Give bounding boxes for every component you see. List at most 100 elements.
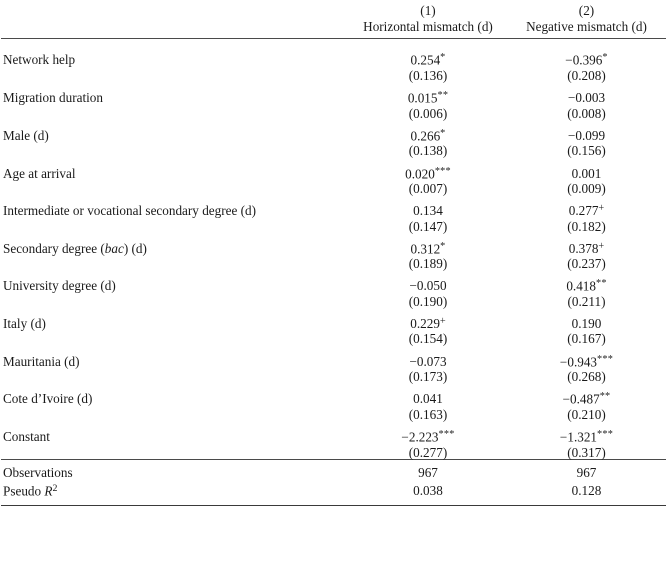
significance-marker: +: [439, 316, 446, 328]
coefficient-cell: −0.050: [409, 278, 447, 294]
table-row: Migration duration 0.015** −0.003: [1, 82, 666, 105]
coefficient-cell: 0.020***: [405, 165, 451, 181]
statistic-value-cell: 0.128: [571, 482, 602, 498]
table-row: Mauritania (d) −0.073 −0.943***: [1, 346, 666, 369]
table-row-standard-error: (0.136) (0.208): [1, 67, 666, 82]
row-label-spacer: [1, 67, 349, 82]
standard-error-cell: (0.163): [408, 406, 448, 422]
row-label: Constant: [3, 429, 50, 445]
table-row-standard-error: (0.163) (0.210): [1, 406, 666, 421]
standard-error-cell: (0.210): [567, 406, 606, 422]
header-model-number-1: (1): [420, 3, 436, 18]
standard-error-cell: (0.173): [408, 369, 448, 385]
coefficient-cell: 0.041: [413, 391, 443, 407]
significance-marker: ***: [438, 429, 455, 441]
row-label-spacer: [1, 180, 349, 195]
coefficient-cell: 0.254*: [410, 52, 446, 68]
row-label-spacer: [1, 406, 349, 421]
coefficient-cell: 0.015**: [407, 90, 449, 106]
row-label: Intermediate or vocational secondary deg…: [3, 203, 257, 219]
row-label: University degree (d): [3, 278, 116, 294]
row-label: Network help: [3, 52, 76, 68]
significance-marker: ***: [597, 429, 614, 441]
standard-error-cell: (0.237): [567, 256, 606, 272]
coefficient-cell: 0.001: [571, 165, 602, 181]
significance-marker: **: [599, 391, 611, 403]
row-label: Cote d’Ivoire (d): [3, 391, 93, 407]
table-row: Male (d) 0.266* −0.099: [1, 120, 666, 143]
table-row: Cote d’Ivoire (d) 0.041 −0.487**: [1, 383, 666, 406]
row-label-spacer: [1, 142, 349, 157]
regression-table: (1) (2) Horizontal mismatch (d) Negative…: [1, 0, 666, 507]
significance-marker: **: [595, 278, 607, 290]
significance-marker: *: [440, 52, 446, 64]
standard-error-cell: (0.190): [408, 293, 448, 309]
standard-error-cell: (0.277): [408, 444, 448, 460]
row-label-italic: bac: [104, 240, 124, 256]
statistic-label: Observations: [3, 464, 73, 480]
header-corner-cell-2: [1, 19, 349, 38]
statistic-value-cell: 967: [576, 464, 597, 480]
significance-marker: +: [598, 240, 605, 252]
table-row-standard-error: (0.277) (0.317): [1, 444, 666, 459]
row-label-spacer: [1, 444, 349, 459]
coefficient-cell: −0.099: [567, 127, 606, 143]
standard-error-cell: (0.182): [567, 218, 606, 234]
row-label-spacer: [1, 218, 349, 233]
table-body: (1) (2) Horizontal mismatch (d) Negative…: [1, 0, 666, 45]
significance-marker: **: [437, 90, 449, 102]
row-label: Secondary degree (bac) (d): [3, 240, 147, 256]
standard-error-cell: (0.009): [567, 181, 606, 197]
significance-marker: ***: [434, 165, 451, 177]
table-row: University degree (d) −0.050 0.418**: [1, 270, 666, 293]
table-row-standard-error: (0.189) (0.237): [1, 255, 666, 270]
standard-error-cell: (0.268): [567, 369, 606, 385]
significance-marker: *: [440, 240, 446, 252]
row-label: Italy (d): [3, 316, 46, 332]
coefficient-cell: −0.396*: [565, 52, 608, 68]
header-row-model-numbers: (1) (2): [1, 0, 666, 19]
coefficient-cell: −0.003: [567, 90, 606, 106]
row-label: Male (d): [3, 127, 49, 143]
standard-error-cell: (0.136): [408, 67, 448, 83]
coefficient-cell: 0.266*: [410, 127, 446, 144]
header-model-name-2: Negative mismatch (d): [526, 19, 647, 35]
coefficient-cell: −1.321***: [559, 429, 614, 445]
table-row-standard-error: (0.190) (0.211): [1, 293, 666, 308]
statistic-label-exponent: 2: [52, 482, 58, 494]
table-row-standard-error: (0.147) (0.182): [1, 218, 666, 233]
row-label: Migration duration: [3, 90, 103, 106]
table-row-standard-error: (0.006) (0.008): [1, 105, 666, 120]
coefficient-cell: 0.277+: [568, 203, 605, 219]
coefficient-cell: 0.134: [413, 203, 443, 219]
standard-error-cell: (0.006): [408, 105, 448, 121]
coefficient-cell: 0.229+: [410, 316, 446, 332]
table-row: Intermediate or vocational secondary deg…: [1, 195, 666, 219]
standard-error-cell: (0.147): [408, 218, 448, 234]
statistic-value-cell: 0.038: [413, 482, 443, 498]
row-label-spacer: [1, 293, 349, 308]
statistics-row: Observations 967 967: [1, 460, 666, 480]
row-label-spacer: [1, 368, 349, 383]
significance-marker: ***: [597, 353, 614, 365]
standard-error-cell: (0.208): [567, 67, 606, 83]
statistics-row: Pseudo R2 0.038 0.128: [1, 480, 666, 505]
header-corner-cell: [1, 0, 349, 19]
coefficient-cell: −0.073: [409, 353, 447, 369]
table-row: Network help 0.254* −0.396*: [1, 45, 666, 67]
table-row-standard-error: (0.007) (0.009): [1, 180, 666, 195]
header-model-name-1: Horizontal mismatch (d): [363, 19, 493, 35]
table-row: Age at arrival 0.020*** 0.001: [1, 158, 666, 181]
standard-error-cell: (0.317): [567, 444, 606, 460]
coefficient-cell: 0.190: [571, 316, 602, 332]
significance-marker: +: [598, 203, 605, 215]
table-row-standard-error: (0.154) (0.167): [1, 330, 666, 345]
standard-error-cell: (0.138): [408, 143, 448, 159]
standard-error-cell: (0.008): [567, 105, 606, 121]
table-row: Italy (d) 0.229+ 0.190: [1, 308, 666, 332]
table-row: Secondary degree (bac) (d) 0.312* 0.378+: [1, 233, 666, 256]
statistic-label: Pseudo R2: [3, 482, 58, 499]
standard-error-cell: (0.007): [408, 181, 448, 197]
table-row: Constant −2.223*** −1.321***: [1, 421, 666, 444]
regression-table-container: (1) (2) Horizontal mismatch (d) Negative…: [0, 0, 667, 580]
